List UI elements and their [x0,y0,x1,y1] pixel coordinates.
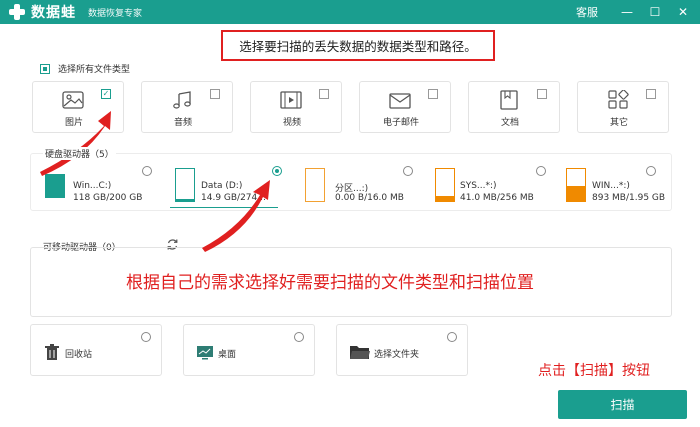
file-type-card-image[interactable]: ✓ 图片 [32,81,124,133]
location-desktop[interactable]: 桌面 [183,324,315,376]
location-radio[interactable] [294,332,304,342]
music-icon [173,91,191,109]
select-all-label: 选择所有文件类型 [58,65,131,75]
drive-radio-selected[interactable] [272,166,282,176]
location-select-folder[interactable]: 选择文件夹 [336,324,468,376]
document-icon [500,90,518,110]
email-icon [389,93,411,109]
app-logo: 数据蛙 [8,2,76,22]
file-type-card-document[interactable]: 文档 [468,81,560,133]
drive-item[interactable]: 分区...:) 0.00 B/16.0 MB [305,168,415,208]
drive-selected-underline [170,207,278,208]
app-subtitle: 数据恢复专家 [88,8,143,19]
location-label: 桌面 [218,350,237,360]
location-label: 回收站 [65,350,93,360]
image-checkbox[interactable]: ✓ [101,89,111,99]
file-type-label: 文档 [500,118,519,128]
file-type-label: 音频 [173,118,192,128]
desktop-icon [197,346,213,360]
drive-item[interactable]: Win...C:) 118 GB/200 GB [45,168,155,208]
location-label: 选择文件夹 [374,350,420,360]
file-type-label: 电子邮件 [382,118,419,128]
drive-size: 118 GB/200 GB [73,193,143,203]
logo-cross-icon [8,3,26,21]
drive-item[interactable]: WIN...*:) 893 MB/1.95 GB [566,168,676,208]
file-type-card-other[interactable]: 其它 [577,81,669,133]
scan-button[interactable]: 扫描 [558,390,687,419]
title-bar: 数据蛙 数据恢复专家 客服 — ☐ ✕ [0,0,700,24]
drive-radio[interactable] [536,166,546,176]
drive-icon [305,168,325,202]
other-icon [608,90,629,109]
customer-service-button[interactable]: 客服 [576,4,598,20]
drive-item[interactable]: Data (D:) 14.9 GB/274... [175,168,285,208]
drive-radio[interactable] [646,166,656,176]
drive-size: 14.9 GB/274... [201,193,266,203]
drive-size: 893 MB/1.95 GB [592,193,666,203]
windows-drive-icon [45,174,65,198]
select-all-checkbox[interactable] [40,63,50,74]
drive-item[interactable]: SYS...*:) 41.0 MB/256 MB [435,168,545,208]
instruction-text: 选择要扫描的丢失数据的数据类型和路径。 [239,39,477,54]
drive-name: Win...C:) [73,181,112,191]
document-checkbox[interactable] [537,89,547,99]
maximize-button[interactable]: ☐ [644,0,666,24]
app-brand: 数据蛙 [31,5,76,21]
drive-name: SYS...*:) [460,181,497,191]
audio-checkbox[interactable] [210,89,220,99]
image-icon [62,91,84,109]
annotation-middle: 根据自己的需求选择好需要扫描的文件类型和扫描位置 [126,273,534,293]
close-button[interactable]: ✕ [672,0,694,24]
drive-name: Data (D:) [201,181,243,191]
file-type-label: 图片 [64,118,83,128]
drives-header: 硬盘驱动器（5） [43,147,116,160]
select-all-file-types[interactable]: 选择所有文件类型 [40,62,130,75]
other-checkbox[interactable] [646,89,656,99]
file-type-card-video[interactable]: 视频 [250,81,342,133]
drive-radio[interactable] [403,166,413,176]
folder-icon [350,346,370,359]
trash-icon [45,344,59,360]
location-recycle-bin[interactable]: 回收站 [30,324,162,376]
video-icon [280,91,302,109]
drive-icon [435,168,455,202]
video-checkbox[interactable] [319,89,329,99]
location-radio[interactable] [141,332,151,342]
file-type-card-audio[interactable]: 音频 [141,81,233,133]
drive-icon [175,168,195,202]
drive-size: 41.0 MB/256 MB [460,193,534,203]
file-type-label: 视频 [282,118,301,128]
drive-name: WIN...*:) [592,181,630,191]
instruction-box: 选择要扫描的丢失数据的数据类型和路径。 [221,30,495,61]
drive-radio[interactable] [142,166,152,176]
file-type-card-email[interactable]: 电子邮件 [359,81,451,133]
drive-size: 0.00 B/16.0 MB [335,193,404,203]
drive-icon [566,168,586,202]
location-radio[interactable] [447,332,457,342]
file-type-label: 其它 [609,118,628,128]
email-checkbox[interactable] [428,89,438,99]
annotation-scan-hint: 点击【扫描】按钮 [538,363,650,379]
minimize-button[interactable]: — [616,0,638,24]
